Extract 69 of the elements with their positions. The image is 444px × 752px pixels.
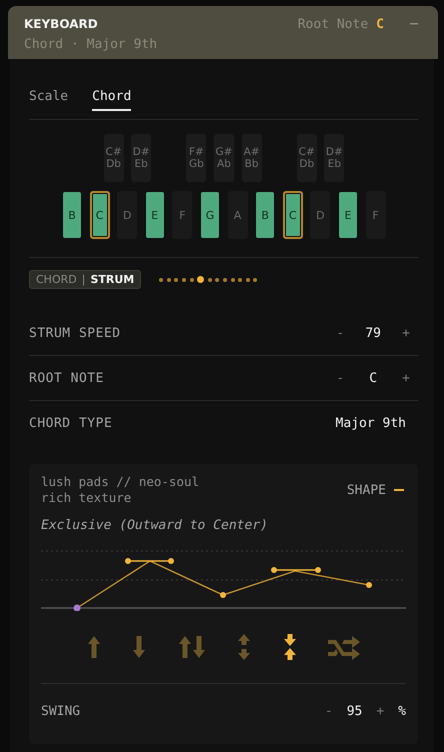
increment-button[interactable]: + (376, 704, 384, 718)
natural-key[interactable]: G (200, 191, 220, 239)
increment-button[interactable]: + (402, 370, 410, 386)
natural-key[interactable]: E (338, 191, 358, 239)
collapse-icon[interactable] (394, 488, 404, 492)
mode-tab[interactable]: Scale (29, 89, 68, 111)
step-dot[interactable] (197, 276, 204, 283)
up-down-arrows-icon[interactable] (178, 634, 206, 660)
step-dot[interactable] (208, 278, 212, 282)
sharp-key[interactable]: D# Eb (131, 134, 152, 182)
root-note-label: Root Note (298, 16, 368, 32)
natural-key[interactable]: D (310, 191, 330, 239)
sharp-key[interactable]: C# Db (104, 134, 124, 182)
step-dot[interactable] (222, 278, 227, 282)
preset-description: rich texture (41, 490, 132, 506)
parameter-label: CHORD TYPE (29, 416, 112, 430)
step-dot[interactable] (182, 278, 186, 282)
swing-label: SWING (41, 704, 80, 718)
natural-key[interactable]: B (62, 191, 82, 239)
shape-mode-name: Exclusive (Outward to Center) (41, 518, 269, 533)
step-dot[interactable] (174, 278, 178, 282)
step-dot[interactable] (166, 278, 171, 282)
step-dot[interactable] (238, 278, 242, 282)
panel-subtitle: Chord · Major 9th (24, 36, 158, 54)
sharp-key[interactable]: D# Eb (324, 134, 344, 182)
unit-label: % (398, 704, 406, 718)
mode-toggle[interactable]: CHORD | STRUM (29, 270, 142, 289)
natural-key[interactable]: E (144, 191, 165, 239)
arrow-down-icon[interactable] (132, 634, 146, 660)
increment-button[interactable]: + (402, 326, 410, 340)
natural-key[interactable]: F (366, 191, 386, 239)
mode-option[interactable]: CHORD (36, 273, 77, 286)
parameter-value: C (368, 370, 378, 386)
natural-key[interactable]: B (255, 191, 276, 239)
sharp-key[interactable]: G# Ab (214, 134, 234, 182)
preset-description: lush pads // neo-soul (41, 474, 200, 490)
natural-key[interactable]: F (172, 191, 192, 239)
mode-option[interactable]: STRUM (90, 273, 134, 286)
step-dot[interactable] (159, 278, 164, 282)
arrow-up-icon[interactable] (86, 634, 101, 660)
step-dot[interactable] (215, 278, 220, 282)
step-dot[interactable] (190, 278, 194, 282)
separator-text: | (82, 273, 86, 286)
natural-key[interactable]: C (90, 191, 110, 239)
natural-key[interactable]: C (282, 191, 303, 239)
swing-value: 95 (346, 704, 362, 718)
natural-key[interactable]: A (228, 191, 248, 239)
decrement-button[interactable]: - (324, 704, 333, 718)
parameter-label: ROOT NOTE (29, 370, 104, 386)
step-dot[interactable] (253, 278, 258, 282)
root-note-value: C (376, 16, 384, 32)
decrement-button[interactable]: - (336, 326, 344, 340)
parameter-label: STRUM SPEED (29, 326, 121, 340)
sharp-key[interactable]: C# Db (296, 134, 317, 182)
parameter-value: 79 (364, 326, 382, 340)
split-arrows-icon[interactable] (237, 634, 252, 660)
envelope-curve-drawing[interactable] (74, 558, 372, 611)
natural-key[interactable]: D (117, 191, 138, 239)
step-dot[interactable] (230, 278, 235, 282)
converging-arrows-icon[interactable] (282, 634, 297, 660)
shuffle-icon[interactable] (328, 634, 360, 660)
mode-tab[interactable]: Chord (92, 89, 132, 111)
chord-type-value[interactable]: Major 9th (336, 416, 418, 430)
decrement-button[interactable]: - (336, 370, 344, 386)
panel-title: KEYBOARD (24, 17, 98, 31)
sharp-key[interactable]: A# Bb (242, 134, 262, 182)
shape-label: SHAPE (346, 482, 386, 498)
sharp-key[interactable]: F# Gb (186, 134, 206, 182)
step-dot[interactable] (246, 278, 250, 282)
